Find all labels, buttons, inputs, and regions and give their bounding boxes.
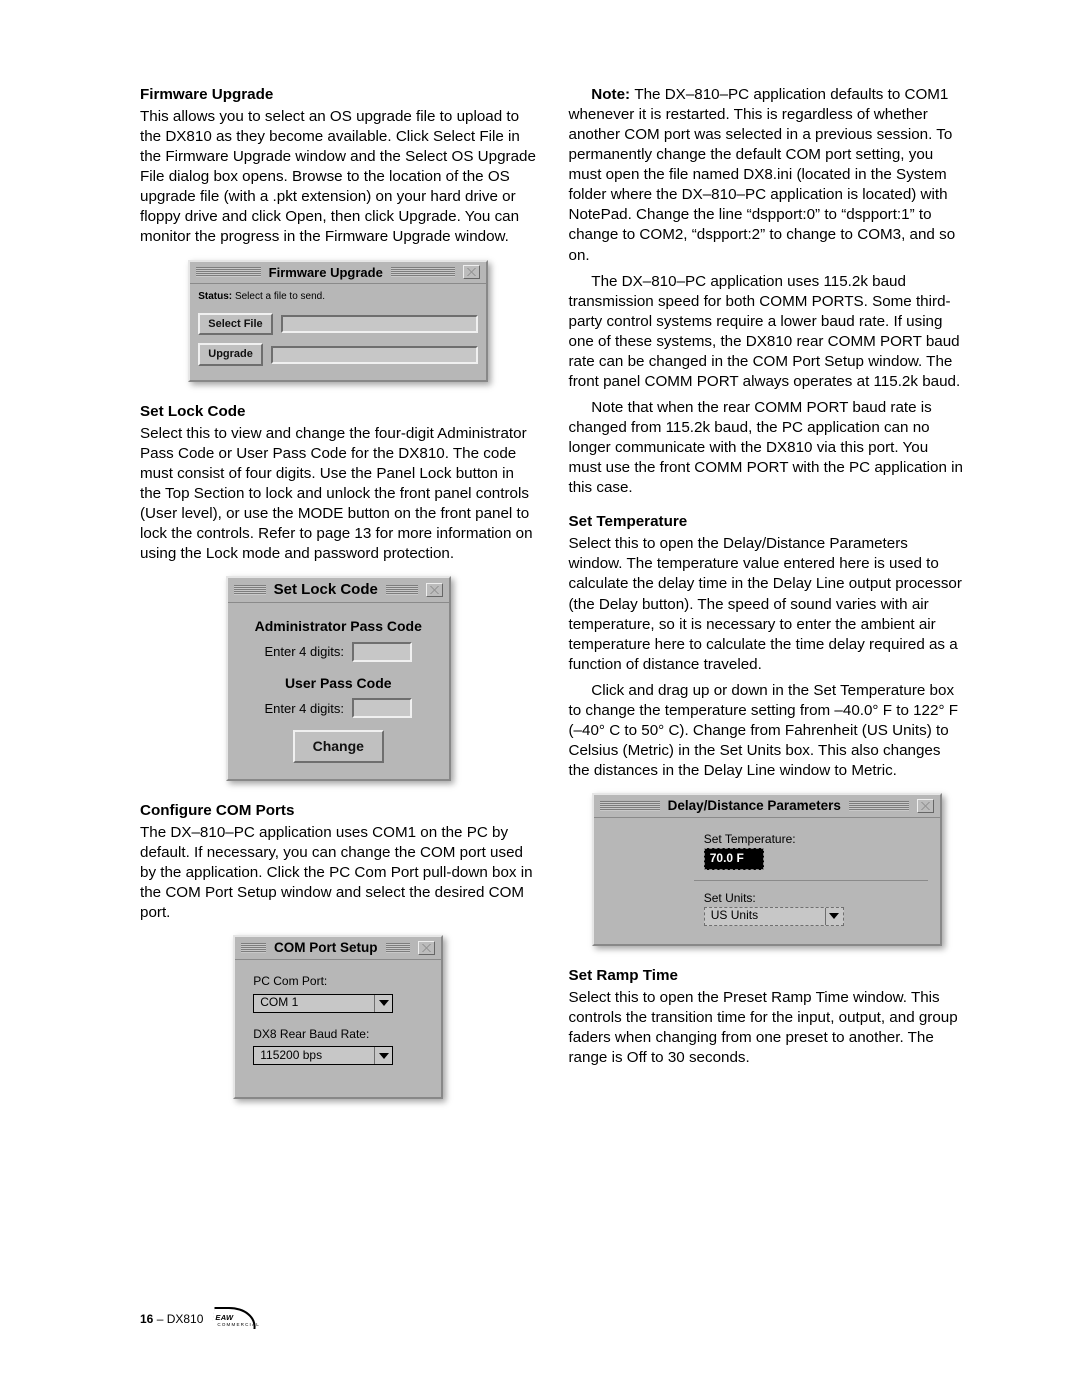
user-pass-label: Enter 4 digits: [265,700,345,717]
file-path-field[interactable] [281,315,479,333]
chevron-down-icon [825,908,843,925]
dropdown-value: COM 1 [260,995,374,1011]
para: The DX–810–PC application uses 115.2k ba… [569,272,966,392]
upgrade-button[interactable]: Upgrade [198,343,263,366]
window-title: COM Port Setup [274,939,378,957]
titlebar-lines-icon [196,267,260,277]
para: Select this to open the Delay/Distance P… [569,534,966,674]
window-titlebar: Firmware Upgrade [190,262,486,284]
close-icon[interactable] [463,265,480,279]
set-lock-code-window: Set Lock Code Administrator Pass Code En… [226,576,451,780]
status-row: Status: Select a file to send. [198,290,478,303]
heading-firmware: Firmware Upgrade [140,85,537,105]
section-set-ramp: Set Ramp Time Select this to open the Pr… [569,966,966,1068]
firmware-upgrade-window: Firmware Upgrade Status: Select a file t… [188,260,488,382]
note-text: The DX–810–PC application defaults to CO… [569,86,956,264]
heading-com: Configure COM Ports [140,801,537,821]
dropdown-value: 115200 bps [260,1048,374,1064]
figure-delay-window: Delay/Distance Parameters Set Temperatur… [569,793,966,945]
window-title: Set Lock Code [274,580,378,600]
page-footer: 16 – DX810 EAW COMMERCIAL [140,1307,255,1331]
set-units-dropdown[interactable]: US Units [704,907,844,926]
para: Note: The DX–810–PC application defaults… [569,85,966,266]
user-pass-title: User Pass Code [242,674,435,692]
titlebar-lines-icon [386,585,418,595]
change-button[interactable]: Change [293,730,384,762]
set-temperature-label: Set Temperature: [704,832,918,848]
figure-com-window: COM Port Setup PC Com Port: COM 1 DX8 Re… [140,935,537,1099]
baud-rate-dropdown[interactable]: 115200 bps [253,1046,393,1065]
heading-ramp: Set Ramp Time [569,966,966,986]
admin-pass-label: Enter 4 digits: [265,643,345,660]
window-titlebar: Delay/Distance Parameters [594,795,940,818]
para: This allows you to select an OS upgrade … [140,107,537,247]
brand-logo-icon: EAW COMMERCIAL [213,1307,255,1331]
delay-distance-window: Delay/Distance Parameters Set Temperatur… [592,793,942,945]
window-titlebar: COM Port Setup [235,937,441,960]
set-temperature-input[interactable]: 70.0 F [704,848,764,870]
status-text: Select a file to send. [235,291,325,302]
window-title: Firmware Upgrade [269,264,383,281]
section-set-lock-code: Set Lock Code Select this to view and ch… [140,402,537,781]
user-pass-input[interactable] [352,698,412,718]
pc-com-port-dropdown[interactable]: COM 1 [253,994,393,1013]
window-titlebar: Set Lock Code [228,578,449,603]
note-label: Note: [591,86,634,103]
para: Select this to open the Preset Ramp Time… [569,988,966,1068]
section-set-temperature: Set Temperature Select this to open the … [569,512,966,945]
titlebar-lines-icon [600,801,660,811]
admin-pass-title: Administrator Pass Code [242,617,435,635]
chevron-down-icon [374,1047,392,1064]
titlebar-lines-icon [849,801,909,811]
dropdown-value: US Units [711,908,825,924]
close-icon[interactable] [418,941,435,955]
section-firmware-upgrade: Firmware Upgrade This allows you to sele… [140,85,537,382]
set-units-label: Set Units: [704,891,918,907]
chevron-down-icon [374,995,392,1012]
progress-bar [271,346,478,364]
heading-lock: Set Lock Code [140,402,537,422]
para: The DX–810–PC application uses COM1 on t… [140,823,537,923]
heading-temp: Set Temperature [569,512,966,532]
section-configure-com: Configure COM Ports The DX–810–PC applic… [140,801,537,1100]
page-number: 16 – DX810 [140,1312,203,1326]
com-port-setup-window: COM Port Setup PC Com Port: COM 1 DX8 Re… [233,935,443,1099]
titlebar-lines-icon [386,943,411,953]
figure-firmware-window: Firmware Upgrade Status: Select a file t… [140,260,537,382]
baud-rate-label: DX8 Rear Baud Rate: [253,1027,423,1043]
para: Select this to view and change the four-… [140,424,537,564]
close-icon[interactable] [917,799,934,813]
figure-lock-window: Set Lock Code Administrator Pass Code En… [140,576,537,780]
pc-com-port-label: PC Com Port: [253,974,423,990]
window-title: Delay/Distance Parameters [668,797,841,815]
titlebar-lines-icon [234,585,266,595]
para: Click and drag up or down in the Set Tem… [569,681,966,781]
close-icon[interactable] [426,583,443,597]
status-label: Status: [198,291,232,302]
titlebar-lines-icon [391,267,455,277]
section-note: Note: The DX–810–PC application defaults… [569,85,966,498]
admin-pass-input[interactable] [352,642,412,662]
divider [694,880,928,881]
para: Note that when the rear COMM PORT baud r… [569,398,966,498]
select-file-button[interactable]: Select File [198,313,272,336]
titlebar-lines-icon [241,943,266,953]
